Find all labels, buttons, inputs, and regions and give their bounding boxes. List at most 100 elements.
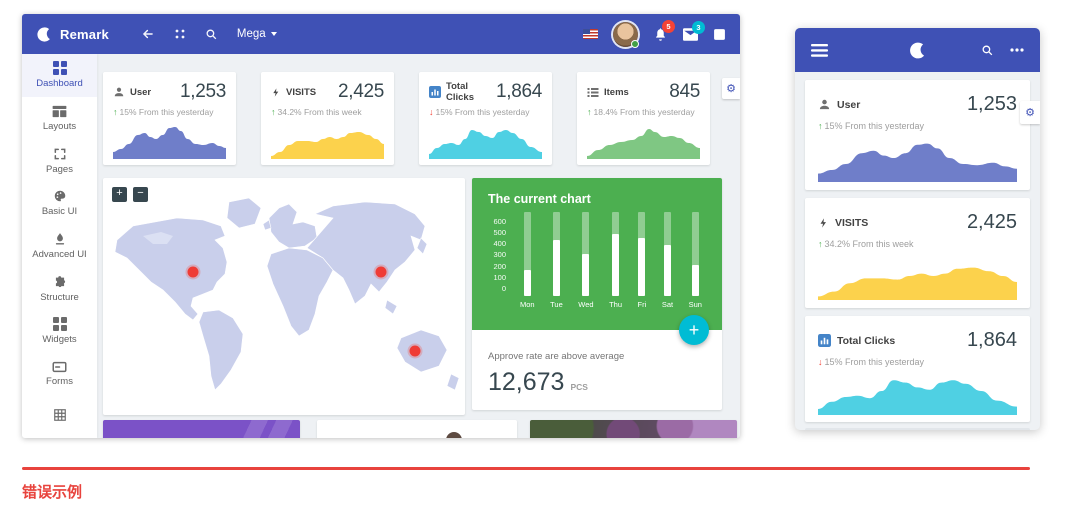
y-axis: 6005004003002001000 — [486, 217, 506, 293]
weekly-bar-chart: 6005004003002001000 Mon Tue Wed Thu Fri Sat Su… — [472, 210, 722, 309]
user-sparkline — [818, 134, 1017, 182]
sidebar-item-advanced-ui[interactable]: Advanced UI — [22, 225, 97, 268]
user-icon — [818, 98, 831, 111]
map-marker-1[interactable] — [188, 267, 199, 278]
fullscreen-icon[interactable] — [167, 21, 193, 47]
stat-value: 1,253 — [180, 81, 226, 103]
list-icon — [587, 87, 599, 98]
clicks-sparkline — [429, 119, 542, 159]
approve-rate-text: Approve rate are above average — [488, 351, 706, 362]
mobile-stat-card-total-clicks: Total Clicks 1,864 ↓15% From this yester… — [805, 316, 1030, 422]
bar-thu: Thu — [609, 212, 622, 309]
notifications-badge: 5 — [662, 20, 675, 33]
sidebar-item-tables[interactable] — [22, 395, 97, 438]
bolt-icon — [271, 86, 281, 99]
visits-sparkline — [271, 119, 384, 159]
back-arrow-icon[interactable] — [135, 21, 161, 47]
notifications-bell-icon[interactable]: 5 — [653, 27, 668, 42]
dashboard-icon — [53, 61, 67, 75]
map-marker-2[interactable] — [376, 267, 387, 278]
user-sparkline — [113, 119, 226, 159]
messages-mail-icon[interactable]: 3 — [683, 28, 698, 41]
stat-value: 845 — [669, 81, 700, 103]
annotation-label: 错误示例 — [22, 481, 82, 502]
mobile-navbar — [795, 28, 1040, 72]
promo-card-photo — [530, 420, 737, 438]
promo-card-purple — [103, 420, 300, 438]
hamburger-menu-icon[interactable] — [811, 44, 828, 57]
red-divider-line — [22, 467, 1030, 470]
map-marker-3[interactable] — [410, 346, 421, 357]
next-card-peek — [805, 428, 1030, 430]
current-chart-card: The current chart 6005004003002001000 Mo… — [472, 178, 722, 410]
puzzle-icon — [53, 275, 67, 289]
sidebar-item-forms[interactable]: Forms — [22, 353, 97, 396]
widgets-icon — [53, 317, 67, 331]
approve-rate-value: 12,673 — [488, 368, 564, 397]
dashboard-content: User 1,253 ↑15% From this yesterday VISI… — [97, 54, 740, 438]
mobile-preview-panel: User 1,253 ↑15% From this yesterday VISI… — [795, 28, 1040, 430]
promo-card-white — [317, 420, 517, 438]
remark-logo-icon — [908, 41, 927, 60]
settings-gear-button[interactable]: ⚙ — [722, 78, 740, 99]
pages-icon — [53, 147, 67, 161]
bar-fri: Fri — [638, 212, 647, 309]
visits-sparkline — [818, 252, 1017, 300]
bar-tue: Tue — [550, 212, 563, 309]
palette-icon — [53, 189, 67, 203]
brand[interactable]: Remark — [36, 26, 109, 43]
bar-chart-icon — [818, 334, 831, 347]
map-zoom-in-button[interactable]: + — [112, 187, 127, 202]
bolt-icon — [818, 216, 829, 230]
sidebar: Dashboard Layouts Pages Basic UI Advance… — [22, 54, 97, 438]
bar-chart-icon — [429, 86, 441, 98]
sidebar-item-structure[interactable]: Structure — [22, 267, 97, 310]
layouts-icon — [52, 105, 67, 118]
messages-badge: 3 — [692, 21, 705, 34]
sidebar-item-pages[interactable]: Pages — [22, 139, 97, 182]
remark-logo-icon — [36, 26, 53, 43]
search-icon[interactable] — [981, 44, 994, 57]
stat-card-visits: VISITS 2,425 ↑34.2% From this week — [261, 72, 394, 165]
stats-row: User 1,253 ↑15% From this yesterday VISI… — [103, 72, 710, 165]
trend-arrow-icon: ↓ — [429, 107, 434, 117]
language-flag-icon[interactable] — [583, 29, 598, 39]
sidebar-item-widgets[interactable]: Widgets — [22, 310, 97, 353]
sidebar-item-basic-ui[interactable]: Basic UI — [22, 182, 97, 225]
world-map[interactable] — [103, 178, 465, 415]
bar-mon: Mon — [520, 212, 535, 309]
stat-card-items: Items 845 ↑18.4% From this yesterday — [577, 72, 710, 165]
bar-sat: Sat — [662, 212, 673, 309]
add-fab-button[interactable]: + — [679, 315, 709, 345]
bar-wed: Wed — [578, 212, 593, 309]
search-icon[interactable] — [199, 21, 225, 47]
sidebar-item-dashboard[interactable]: Dashboard — [22, 54, 97, 97]
stat-card-total-clicks: Total Clicks 1,864 ↓15% From this yester… — [419, 72, 552, 165]
online-status-dot — [631, 40, 639, 48]
map-zoom-out-button[interactable]: − — [133, 187, 148, 202]
forms-icon — [52, 361, 67, 373]
approve-rate-unit: PCS — [570, 382, 587, 392]
stat-card-user: User 1,253 ↑15% From this yesterday — [103, 72, 236, 165]
stat-value: 2,425 — [338, 81, 384, 103]
chart-title: The current chart — [472, 178, 722, 210]
user-avatar[interactable] — [613, 22, 638, 47]
world-map-panel: + − — [103, 178, 465, 415]
weekly-chart-section: The current chart 6005004003002001000 Mo… — [472, 178, 722, 330]
table-icon — [53, 408, 67, 422]
user-icon — [113, 86, 125, 98]
mobile-settings-gear-button[interactable]: ⚙ — [1020, 101, 1040, 124]
more-options-icon[interactable] — [1010, 48, 1024, 52]
mobile-stat-card-visits: VISITS 2,425 ↑34.2% From this week — [805, 198, 1030, 308]
mega-menu-label: Mega — [237, 28, 266, 40]
ink-drop-icon — [53, 232, 67, 246]
chat-icon[interactable] — [713, 28, 726, 41]
bottom-cards-row — [103, 420, 740, 438]
top-navbar: Remark Mega 5 — [22, 14, 740, 54]
bar-sun: Sun — [689, 212, 702, 309]
mobile-stat-card-user: User 1,253 ↑15% From this yesterday — [805, 80, 1030, 190]
stat-value: 1,864 — [496, 81, 542, 103]
sidebar-item-layouts[interactable]: Layouts — [22, 97, 97, 140]
mega-menu[interactable]: Mega — [237, 28, 277, 40]
trend-arrow-icon: ↑ — [587, 107, 592, 117]
